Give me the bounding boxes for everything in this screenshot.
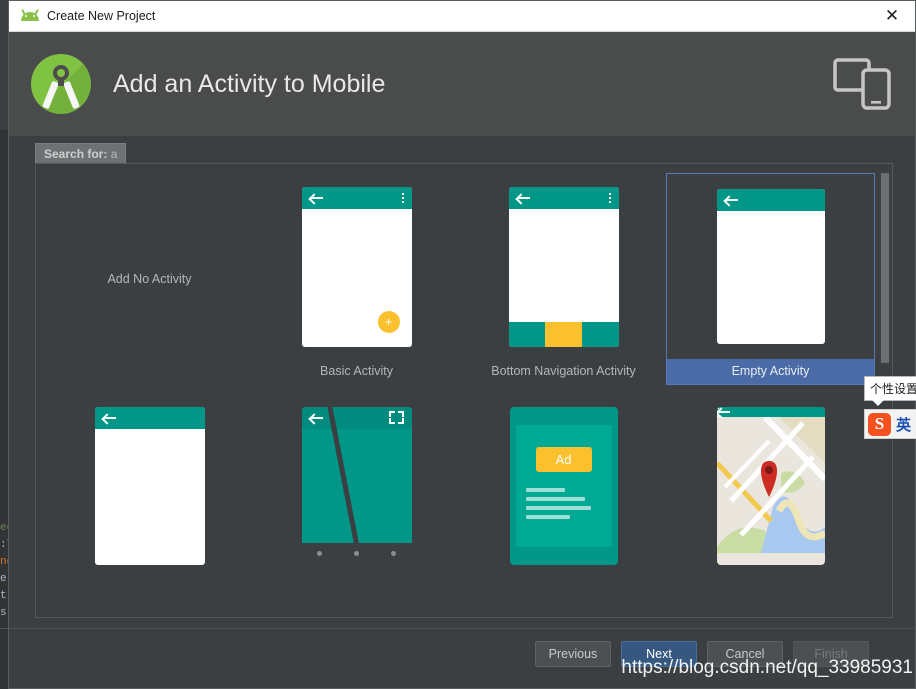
back-arrow-icon <box>724 195 738 205</box>
overflow-menu-icon <box>716 406 825 417</box>
sogou-ime-floating-bar: 个性设置 S 英 <box>864 376 916 439</box>
dialog-title: Create New Project <box>47 9 156 23</box>
fullscreen-activity-thumb <box>253 398 460 573</box>
template-row: Ad <box>46 398 874 573</box>
template-label: Empty Activity <box>667 359 874 384</box>
bottom-navigation-thumb <box>460 174 667 359</box>
floating-action-button-icon: + <box>377 310 400 333</box>
page-title: Add an Activity to Mobile <box>113 69 386 98</box>
template-card-basic-activity[interactable]: + Basic Activity <box>253 174 460 384</box>
map-illustration <box>716 414 825 553</box>
template-card-bottom-navigation-activity[interactable]: Bottom Navigation Activity <box>460 174 667 384</box>
ad-card: Ad <box>515 424 612 547</box>
search-row: Search for: a <box>9 137 915 166</box>
template-label: Bottom Navigation Activity <box>491 364 636 378</box>
back-arrow-icon <box>309 193 323 203</box>
overflow-menu-icon <box>401 192 404 203</box>
template-row: Add No Activity + Basic Activity Bottom … <box>46 173 875 385</box>
fullscreen-icon <box>388 411 404 424</box>
back-arrow-icon <box>102 413 116 423</box>
previous-button[interactable]: Previous <box>535 641 611 667</box>
no-activity-thumb: Add No Activity <box>46 174 253 384</box>
template-card-plain-activity[interactable] <box>46 398 253 573</box>
template-label: Basic Activity <box>320 364 393 378</box>
plain-activity-thumb <box>46 398 253 573</box>
template-grid: Add No Activity + Basic Activity Bottom … <box>36 164 892 617</box>
ime-status-bar[interactable]: S 英 <box>864 409 916 439</box>
dialog-title-bar: Create New Project ✕ <box>9 1 915 32</box>
tablet-and-phone-icon <box>833 58 891 110</box>
template-label: Add No Activity <box>107 272 192 286</box>
sogou-logo-icon[interactable]: S <box>868 412 891 436</box>
overflow-menu-icon <box>608 192 611 203</box>
close-icon[interactable]: ✕ <box>869 1 915 31</box>
search-value: a <box>110 147 118 161</box>
template-card-google-maps-activity[interactable] <box>667 398 874 573</box>
ime-mode-label[interactable]: 英 <box>896 414 911 435</box>
dialog-header: Add an Activity to Mobile <box>9 32 915 137</box>
template-card-admob-ads-activity[interactable]: Ad <box>460 398 667 573</box>
ad-badge: Ad <box>535 446 592 472</box>
admob-ads-thumb: Ad <box>460 398 667 573</box>
scrollbar-thumb[interactable] <box>881 173 889 363</box>
android-robot-icon <box>21 9 39 23</box>
search-label: Search for: <box>44 147 108 161</box>
decorative-diagonal <box>324 406 370 565</box>
template-card-no-activity[interactable]: Add No Activity <box>46 174 253 384</box>
watermark-text: https://blog.csdn.net/qq_33985931 <box>621 657 913 678</box>
empty-activity-thumb <box>667 174 874 359</box>
system-nav-dots <box>301 542 412 565</box>
android-studio-logo <box>31 54 91 114</box>
basic-activity-thumb: + <box>253 174 460 359</box>
create-new-project-dialog: Create New Project ✕ Add an Activity to … <box>8 0 916 689</box>
back-arrow-icon <box>309 413 323 423</box>
ime-tooltip: 个性设置 <box>864 376 916 406</box>
template-card-fullscreen-activity[interactable] <box>253 398 460 573</box>
dialog-footer: Previous Next Cancel Finish https://blog… <box>9 628 915 688</box>
back-arrow-icon <box>516 193 530 203</box>
template-gallery: Add No Activity + Basic Activity Bottom … <box>35 163 893 618</box>
google-maps-thumb <box>667 398 874 573</box>
bottom-nav-bar <box>508 321 619 347</box>
template-card-empty-activity[interactable]: Empty Activity <box>666 173 875 385</box>
